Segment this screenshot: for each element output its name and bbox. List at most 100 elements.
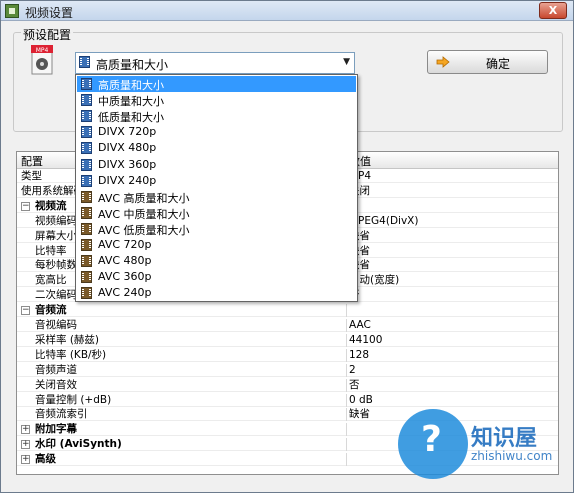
dropdown-option[interactable]: AVC 720p [77,237,356,253]
dropdown-option[interactable]: DIVX 360p [77,157,356,173]
dropdown-option-label: AVC 360p [98,270,152,284]
property-value[interactable]: MPEG4(DivX) [349,215,418,228]
watermark-name: 知识屋 [471,426,538,451]
property-name: 音频声道 [35,363,77,376]
property-value[interactable]: 128 [349,349,369,362]
close-button[interactable]: X [539,2,567,19]
row-separator [346,304,347,318]
property-name: 视频流 [35,199,67,212]
dropdown-option[interactable]: 高质量和大小 [77,76,356,92]
property-name: 视频编码 [35,214,77,227]
row-separator [346,348,347,362]
dropdown-option[interactable]: DIVX 720p [77,124,356,140]
dropdown-option[interactable]: AVC 中质量和大小 [77,205,356,221]
dropdown-option-label: 高质量和大小 [98,79,164,92]
dropdown-option[interactable]: 中质量和大小 [77,92,356,108]
expand-icon[interactable]: + [21,440,30,450]
property-name: 比特率 (KB/秒) [35,348,107,361]
property-name: 屏幕大小 [35,229,77,242]
property-row[interactable]: 比特率 (KB/秒) 128 [17,348,558,362]
property-value[interactable]: 2 [349,364,356,377]
property-name: 类型 [21,170,42,182]
film-icon [81,287,92,300]
watermark-url: zhishiwu.com [471,449,553,463]
film-icon [81,271,92,284]
dropdown-option[interactable]: AVC 480p [77,253,356,269]
film-icon [81,239,92,251]
property-name: 音视编码 [35,319,77,331]
property-name: 比特率 [35,244,67,257]
preset-dropdown-list: 高质量和大小 中质量和大小 低质量和大小 DIVX 720p DIVX 480p DIVX… [75,74,358,302]
dropdown-option[interactable]: 低质量和大小 [77,108,356,124]
dropdown-option[interactable]: AVC 低质量和大小 [77,221,356,237]
header-name: 配置 [21,155,43,168]
expand-icon[interactable]: + [21,425,30,435]
ok-button[interactable]: 确定 [427,50,548,74]
property-name: 每秒帧数 [35,259,77,272]
film-icon [81,78,92,90]
property-value[interactable]: 缺省 [349,408,370,421]
mp4-file-icon: MP4 [31,45,53,75]
dropdown-option-label: AVC 中质量和大小 [98,207,190,221]
preset-select[interactable]: 高质量和大小 ▼ [75,52,355,74]
preset-legend: 预设配置 [21,26,74,43]
window-title: 视频设置 [25,6,74,20]
film-icon [81,190,92,203]
property-row[interactable]: 关闭音效 否 [17,378,558,392]
title-bar[interactable]: 视频设置 X [1,1,573,21]
dropdown-option-label: DIVX 240p [98,173,157,187]
property-row[interactable]: 音视编码 AAC [17,319,558,332]
dropdown-option[interactable]: DIVX 480p [77,140,356,156]
property-name: 音量控制 (+dB) [35,393,112,406]
chevron-down-icon[interactable]: ▼ [343,57,350,67]
dropdown-option-label: 低质量和大小 [98,111,164,125]
row-separator [346,378,347,392]
dropdown-option-label: AVC 480p [98,254,152,268]
property-row[interactable]: 音量控制 (+dB) 0 dB [17,393,558,407]
film-icon [81,94,92,107]
dropdown-option-label: AVC 720p [98,238,152,251]
dropdown-option-label: DIVX 360p [98,157,157,171]
expand-icon[interactable]: + [21,455,30,465]
property-row[interactable]: 音频声道 2 [17,363,558,377]
dropdown-option[interactable]: DIVX 240p [77,173,356,189]
film-icon [81,222,92,235]
row-separator [346,393,347,407]
property-name: 关闭音效 [35,378,77,391]
film-icon [79,56,90,68]
collapse-icon[interactable]: − [21,306,30,316]
property-name: 水印 (AviSynth) [35,438,122,451]
dropdown-option-label: 中质量和大小 [98,95,164,109]
row-separator [346,319,347,332]
property-name: 音频流 [35,304,67,317]
film-icon [81,110,92,123]
property-value[interactable]: 否 [349,379,360,392]
property-name: 采样率 (赫兹) [35,333,100,346]
video-settings-window: 视频设置 X 预设配置 MP4 高质量和大小 ▼ 确定 配置 数值 类型 MP4 使… [0,0,574,493]
property-value[interactable]: 44100 [349,334,382,347]
row-separator [346,408,347,422]
row-separator [346,333,347,347]
film-icon [81,158,92,171]
row-separator [346,438,347,452]
film-icon [81,126,92,139]
film-icon [81,255,92,268]
property-name: 高级 [35,453,56,466]
row-separator [346,423,347,437]
dropdown-option-label: DIVX 720p [98,125,157,139]
dropdown-option[interactable]: AVC 高质量和大小 [77,189,356,205]
property-value[interactable]: 0 dB [349,394,373,407]
property-value[interactable]: AAC [349,319,371,332]
dropdown-option[interactable]: AVC 360p [77,269,356,285]
arrow-right-icon [436,56,450,68]
film-icon [81,174,92,187]
property-name: 音频流索引 [35,408,88,421]
film-icon [81,206,92,219]
collapse-icon[interactable]: − [21,201,30,211]
dropdown-option[interactable]: AVC 240p [77,285,356,301]
category-row[interactable]: − 音频流 [17,304,558,318]
preset-selected-value: 高质量和大小 [96,58,169,72]
dropdown-option-label: DIVX 480p [98,141,157,155]
film-icon [81,142,92,155]
property-row[interactable]: 采样率 (赫兹) 44100 [17,333,558,347]
